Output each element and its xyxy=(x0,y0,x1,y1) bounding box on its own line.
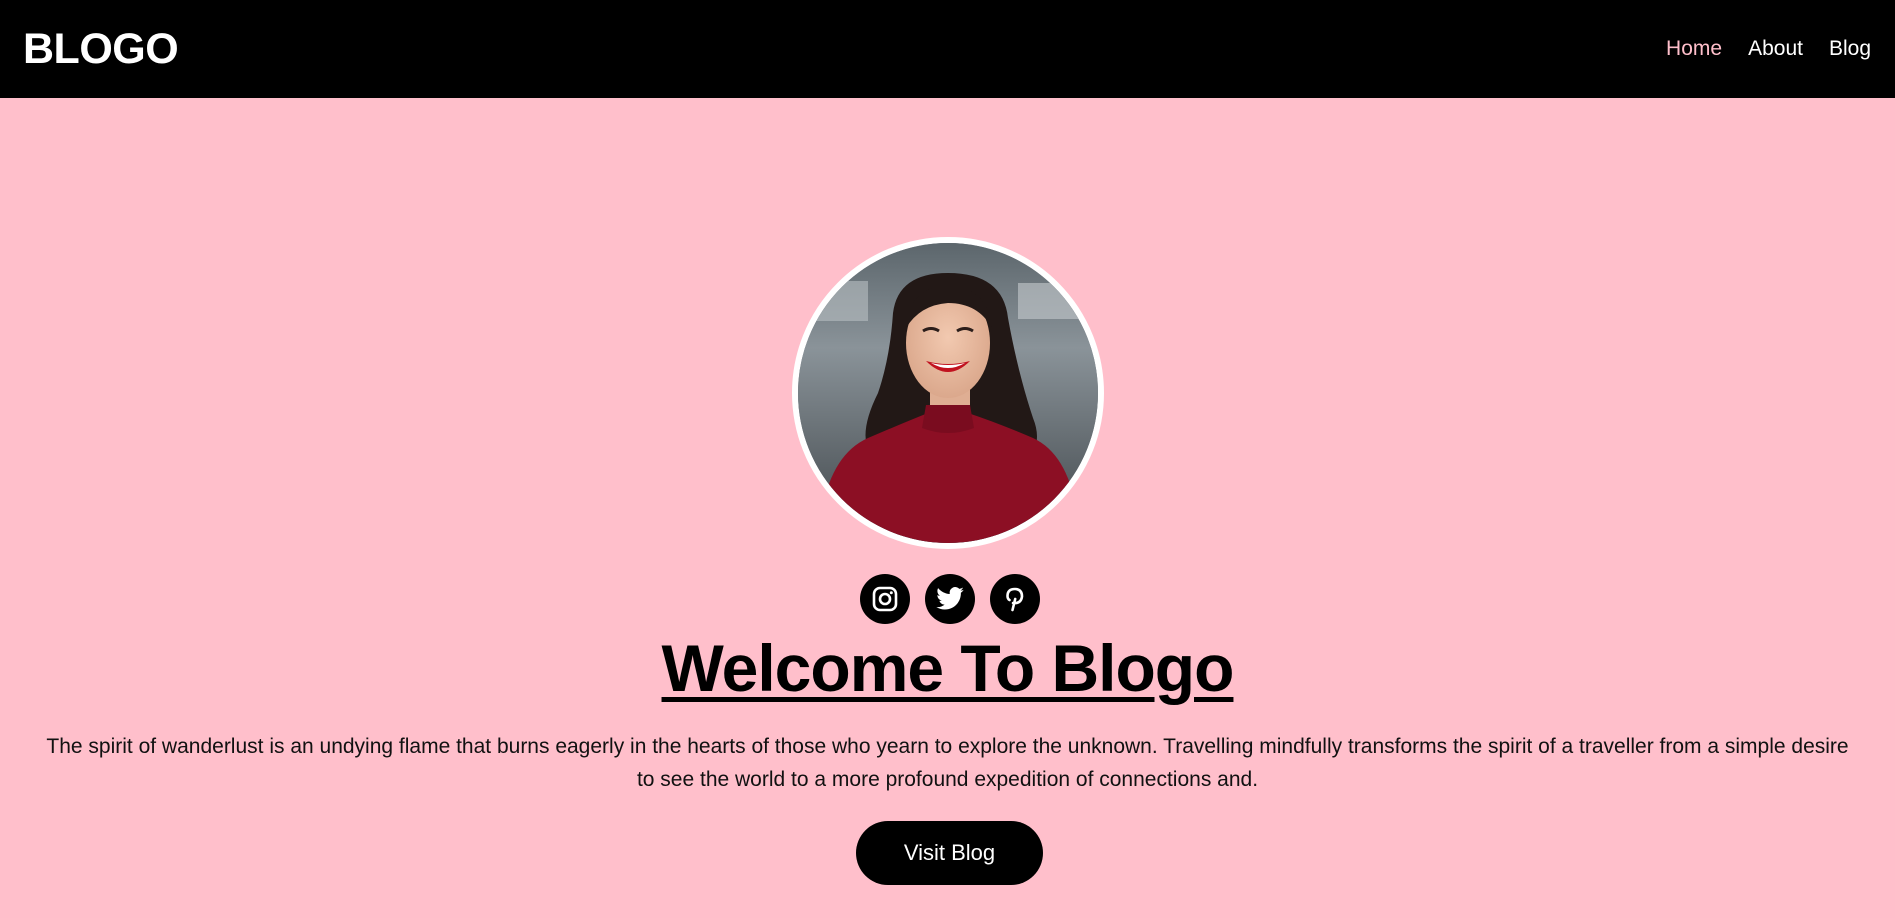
pinterest-icon xyxy=(1006,587,1024,612)
instagram-link[interactable] xyxy=(860,574,910,624)
instagram-icon xyxy=(872,586,898,612)
nav-home-link[interactable]: Home xyxy=(1666,34,1722,64)
pinterest-link[interactable] xyxy=(990,574,1040,624)
nav-blog-link[interactable]: Blog xyxy=(1829,34,1871,64)
hero-description: The spirit of wanderlust is an undying f… xyxy=(46,735,1849,791)
top-navbar: BLOGO Home About Blog xyxy=(0,0,1895,98)
twitter-icon xyxy=(936,587,964,610)
main-nav: Home About Blog xyxy=(1666,34,1871,64)
nav-about-link[interactable]: About xyxy=(1748,34,1803,64)
twitter-link[interactable] xyxy=(925,574,975,624)
profile-photo-illustration xyxy=(798,243,1098,543)
site-logo[interactable]: BLOGO xyxy=(23,24,179,74)
social-links xyxy=(860,574,1040,624)
profile-photo xyxy=(792,237,1104,549)
visit-blog-button[interactable]: Visit Blog xyxy=(856,821,1043,885)
hero-title: Welcome To Blogo xyxy=(661,631,1235,705)
